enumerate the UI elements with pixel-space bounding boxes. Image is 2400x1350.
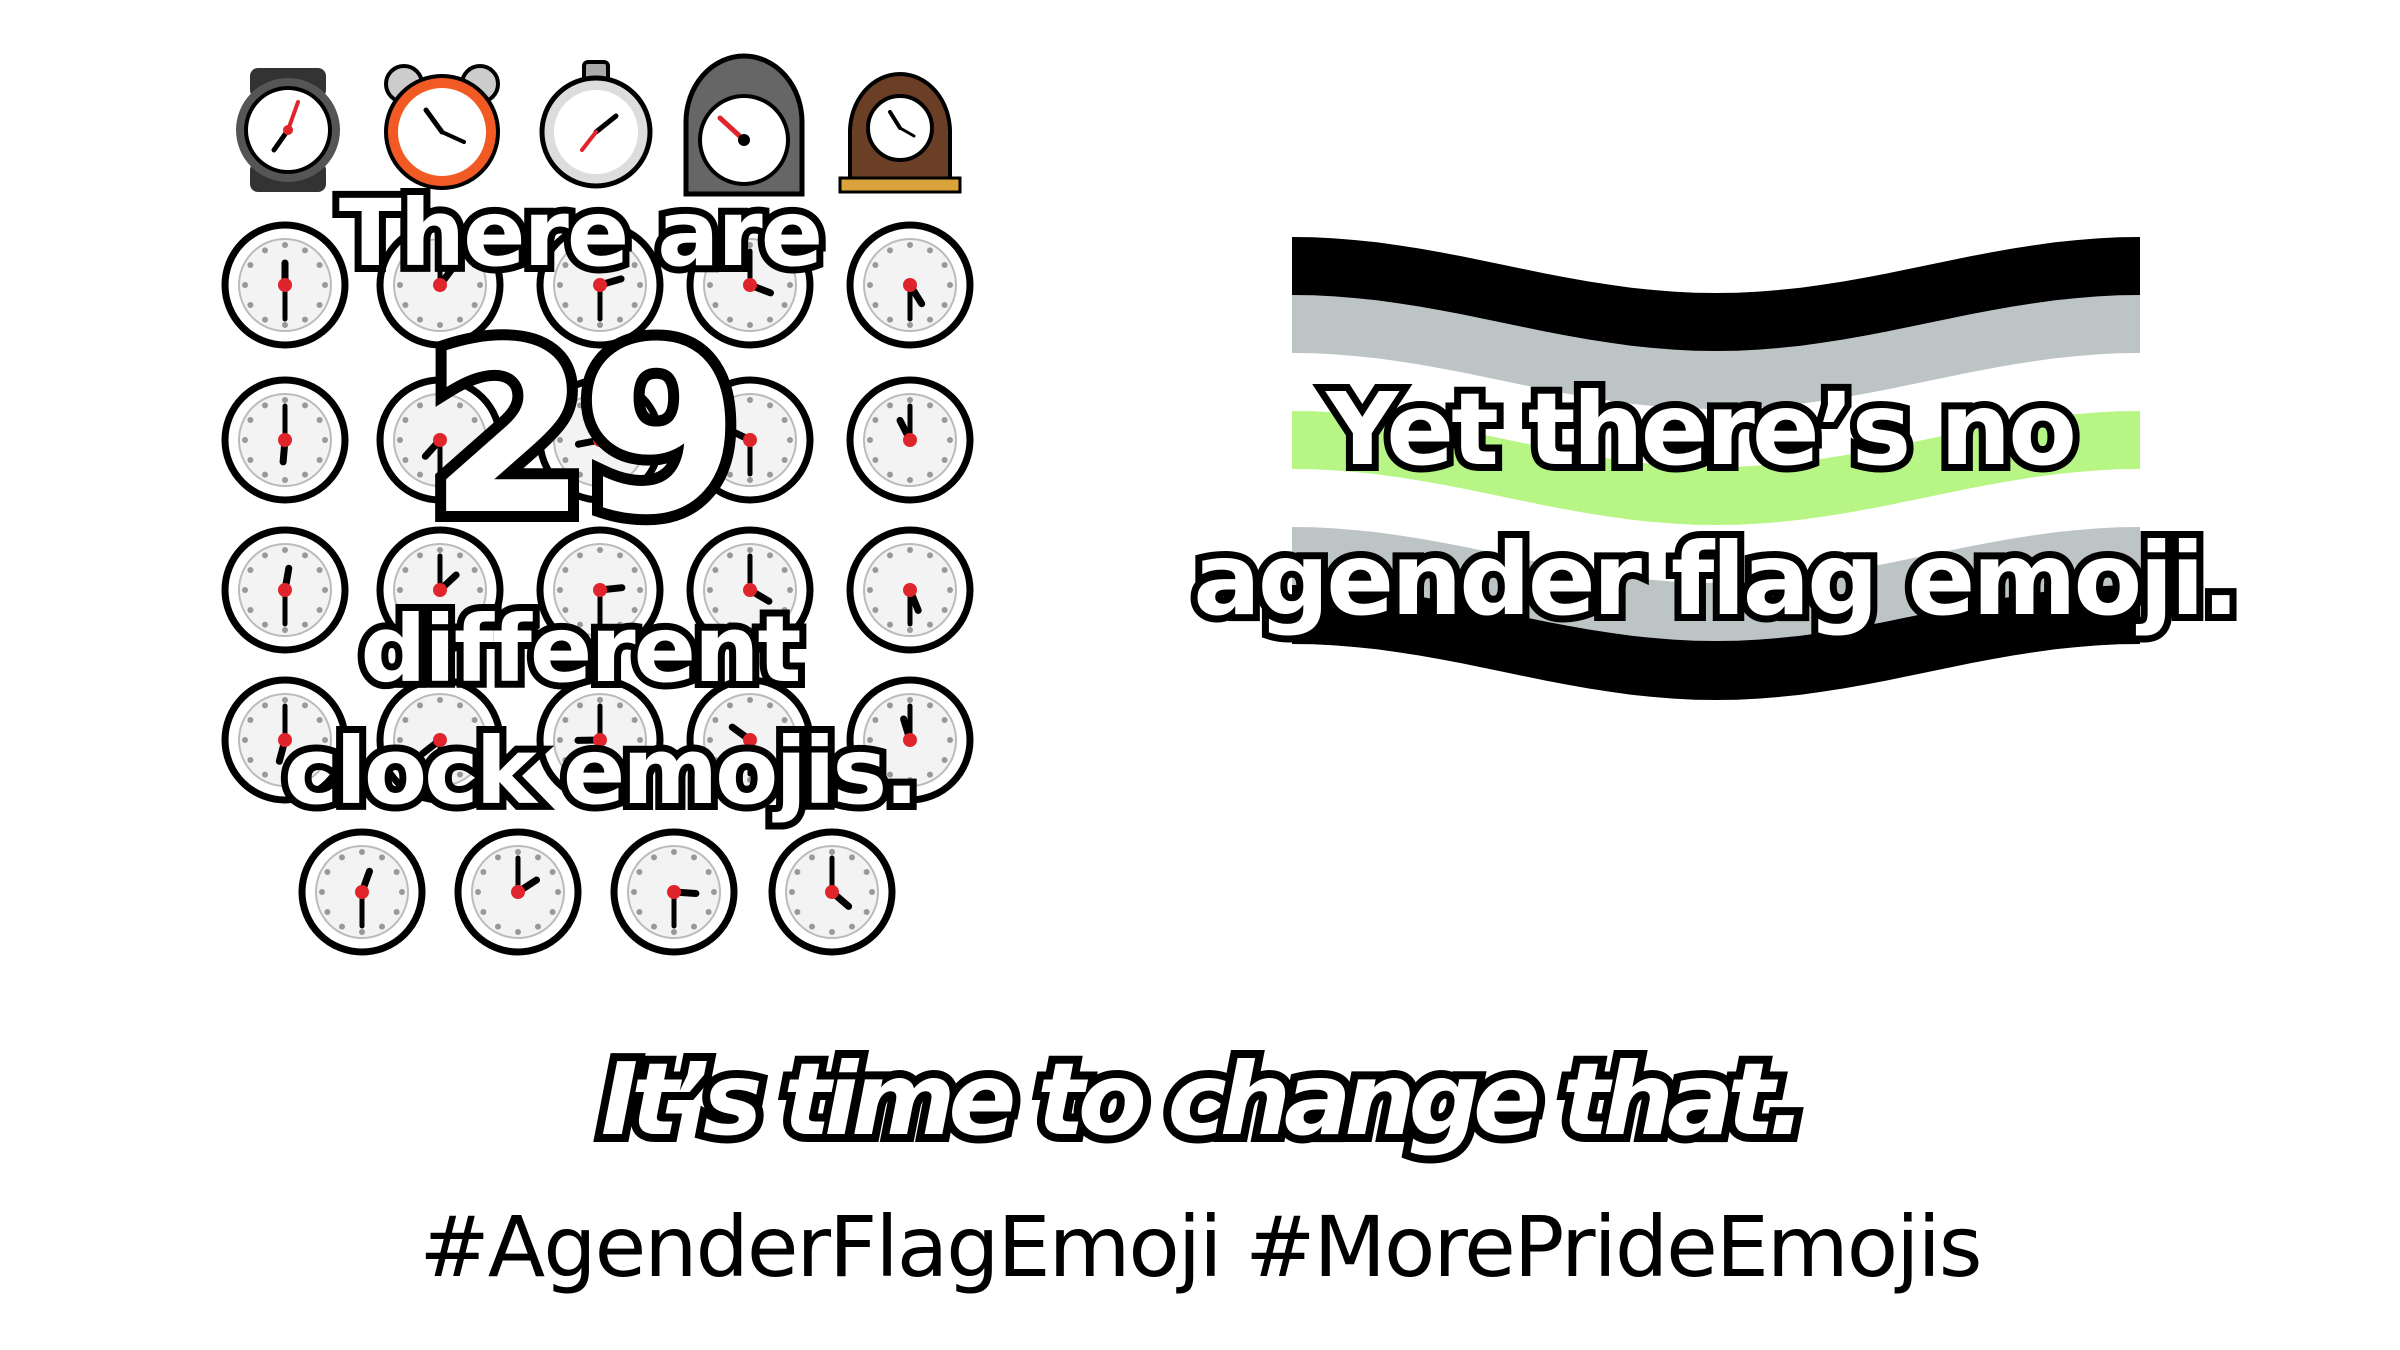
left-heading-line4: clock emojis. (277, 718, 926, 825)
clock-face-icon (846, 376, 974, 504)
mantelpiece-clock-icon (838, 72, 962, 194)
clock-face-icon (221, 376, 349, 504)
right-heading-line1: Yet there’s no (1319, 371, 2084, 488)
clock-face-icon (610, 828, 738, 956)
clock-face-icon (768, 828, 896, 956)
stopwatch-icon (539, 60, 653, 189)
left-heading-line1: There are (332, 180, 830, 287)
right-heading-line2: agender flag emoji. (1186, 521, 2247, 638)
timer-clock-icon (683, 53, 805, 197)
left-heading-line3: different (353, 596, 808, 703)
clock-face-icon (454, 828, 582, 956)
alarm-clock-icon (384, 64, 500, 190)
hashtags: #AgenderFlagEmoji #MorePrideEmojis (419, 1198, 1982, 1296)
clock-face-icon (298, 828, 426, 956)
clock-count-number: 29 (417, 299, 751, 566)
watch-icon (236, 68, 340, 192)
tagline: It’s time to change that. (593, 1041, 1814, 1158)
poster: There are 29 different clock emojis. Yet… (0, 0, 2400, 1350)
